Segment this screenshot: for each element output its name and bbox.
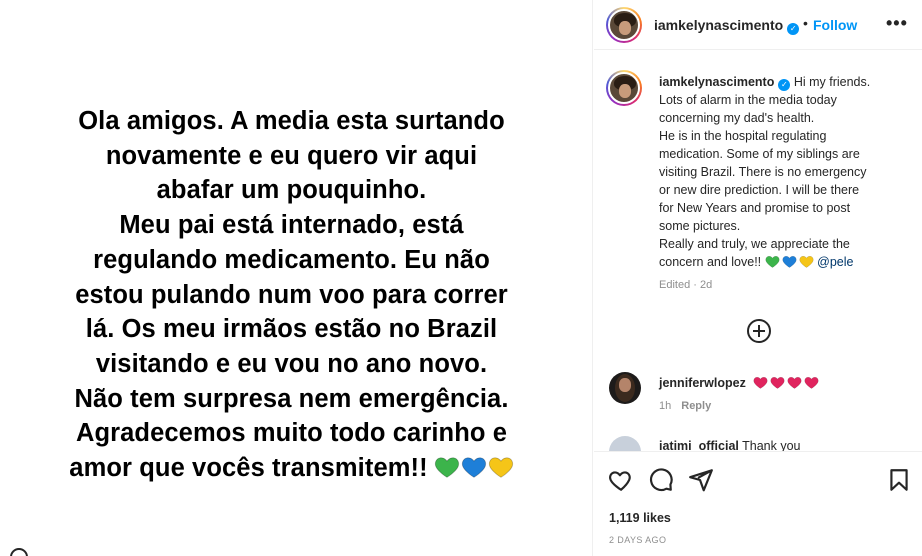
load-more-comments-icon[interactable] [747, 319, 771, 343]
post-image-line-text: Não tem surpresa nem emergência. [74, 384, 509, 413]
caption-first-line: Hi my friends. [793, 75, 871, 89]
caption-line: Lots of alarm in the media today [659, 93, 837, 107]
comment-text-2: Thank you [742, 439, 801, 451]
comment-hearts [753, 375, 819, 390]
comment-meta: 1h Reply [659, 400, 711, 412]
caption-avatar[interactable] [606, 70, 642, 106]
heart-emoji-icon [765, 255, 780, 268]
post-image-line: Agradecemos muito todo carinho e [0, 416, 583, 451]
red-heart-emoji-icon [770, 376, 785, 389]
edited-timestamp: Edited · 2d [659, 279, 713, 291]
comment: jenniferwlopez [659, 375, 819, 390]
post-image[interactable]: Ola amigos. A media esta surtando novamen… [0, 0, 593, 556]
caption-line: some pictures. [659, 219, 741, 233]
post-image-line-text: Agradecemos muito todo carinho e [75, 419, 508, 448]
post-image-line: novamente e eu quero vir aqui [0, 139, 583, 174]
red-heart-emoji-icon [753, 376, 768, 389]
post-image-line-text: visitando e eu vou no ano novo. [95, 349, 488, 378]
heart-emoji-icon [782, 255, 797, 268]
post-image-line: estou pulando num voo para correr [0, 278, 583, 313]
caption-verified-badge-icon: ✓ [778, 79, 791, 91]
caption-line: Really and truly, we appreciate the [659, 237, 850, 251]
comment-avatar-2[interactable] [609, 436, 641, 451]
image-tag-icon[interactable] [10, 548, 28, 556]
post-image-line-text: regulando medicamento. Eu não [93, 245, 490, 274]
post-details-pane: iamkelynascimento ✓ • Follow ••• iamkelyn… [594, 0, 922, 556]
post-image-hearts [434, 454, 514, 480]
post-caption: iamkelynascimento ✓ Hi my friends. Lots o… [659, 73, 909, 271]
post-image-line-text: estou pulando num voo para correr [75, 280, 508, 309]
red-heart-emoji-icon [804, 376, 819, 389]
more-options-icon[interactable]: ••• [886, 13, 908, 34]
heart-emoji-icon [799, 255, 814, 268]
post-image-line-text: abafar um pouquinho. [156, 176, 427, 205]
like-heart-icon[interactable] [608, 467, 634, 493]
caption-line: medication. Some of my siblings are [659, 147, 860, 161]
post-image-line: abafar um pouquinho. [0, 173, 583, 208]
author-username[interactable]: iamkelynascimento ✓ [654, 17, 800, 35]
caption-line: for New Years and promise to post [659, 201, 851, 215]
comment-avatar[interactable] [609, 372, 641, 404]
likes-count[interactable]: 1,119 likes [609, 511, 671, 525]
verified-badge-icon: ✓ [787, 23, 800, 35]
comment-time: 1h [659, 400, 672, 412]
comment-username-2[interactable]: iatimi_official [659, 439, 739, 451]
follow-button[interactable]: Follow [813, 17, 857, 33]
caption-username[interactable]: iamkelynascimento [659, 75, 774, 89]
post-image-text: Ola amigos. A media esta surtando novamen… [0, 104, 583, 486]
reply-button[interactable]: Reply [681, 400, 711, 412]
post-image-line: regulando medicamento. Eu não [0, 243, 583, 278]
post-image-line-text: novamente e eu quero vir aqui [105, 141, 478, 170]
heart-emoji-icon [461, 457, 486, 478]
post-image-line-text: lá. Os meu irmãos estão no Brazil [85, 315, 498, 344]
post-image-line: amor que vocês transmitem!! [0, 451, 583, 486]
post-date: 2 DAYS AGO [609, 535, 667, 545]
post-image-line: Ola amigos. A media esta surtando [0, 104, 583, 139]
mention-link[interactable]: @pele [817, 255, 853, 269]
author-username-text[interactable]: iamkelynascimento [654, 17, 783, 33]
post-image-line: lá. Os meu irmãos estão no Brazil [0, 312, 583, 347]
caption-line: or new dire prediction. I will be there [659, 183, 860, 197]
heart-emoji-icon [434, 457, 459, 478]
post-actions: 1,119 likes 2 DAYS AGO [594, 451, 922, 556]
heart-emoji-icon [488, 457, 513, 478]
comment-icon[interactable] [648, 467, 674, 493]
author-avatar[interactable] [606, 7, 642, 43]
comment-2: iatimi_official Thank you [659, 439, 801, 451]
post-image-line-text: amor que vocês transmitem!! [69, 454, 428, 483]
post-image-line: Não tem surpresa nem emergência. [0, 382, 583, 417]
caption-hearts [765, 254, 814, 269]
post-image-line: Meu pai está internado, está [0, 208, 583, 243]
caption-line: visiting Brazil. There is no emergency [659, 165, 867, 179]
caption-line: He is in the hospital regulating [659, 129, 827, 143]
post-image-line-text: Meu pai está internado, está [119, 211, 464, 240]
caption-line: concerning my dad's health. [659, 111, 815, 125]
header-separator: • [803, 15, 808, 31]
post-image-line: visitando e eu vou no ano novo. [0, 347, 583, 382]
post-header: iamkelynascimento ✓ • Follow ••• [594, 0, 922, 50]
caption-last-line: concern and love!! [659, 255, 762, 269]
comment-username[interactable]: jenniferwlopez [659, 376, 746, 390]
red-heart-emoji-icon [787, 376, 802, 389]
comment-clipped: iatimi_official Thank you [594, 434, 922, 451]
save-bookmark-icon[interactable] [886, 467, 912, 493]
post-image-line-text: Ola amigos. A media esta surtando [78, 107, 505, 135]
share-icon[interactable] [688, 467, 714, 493]
